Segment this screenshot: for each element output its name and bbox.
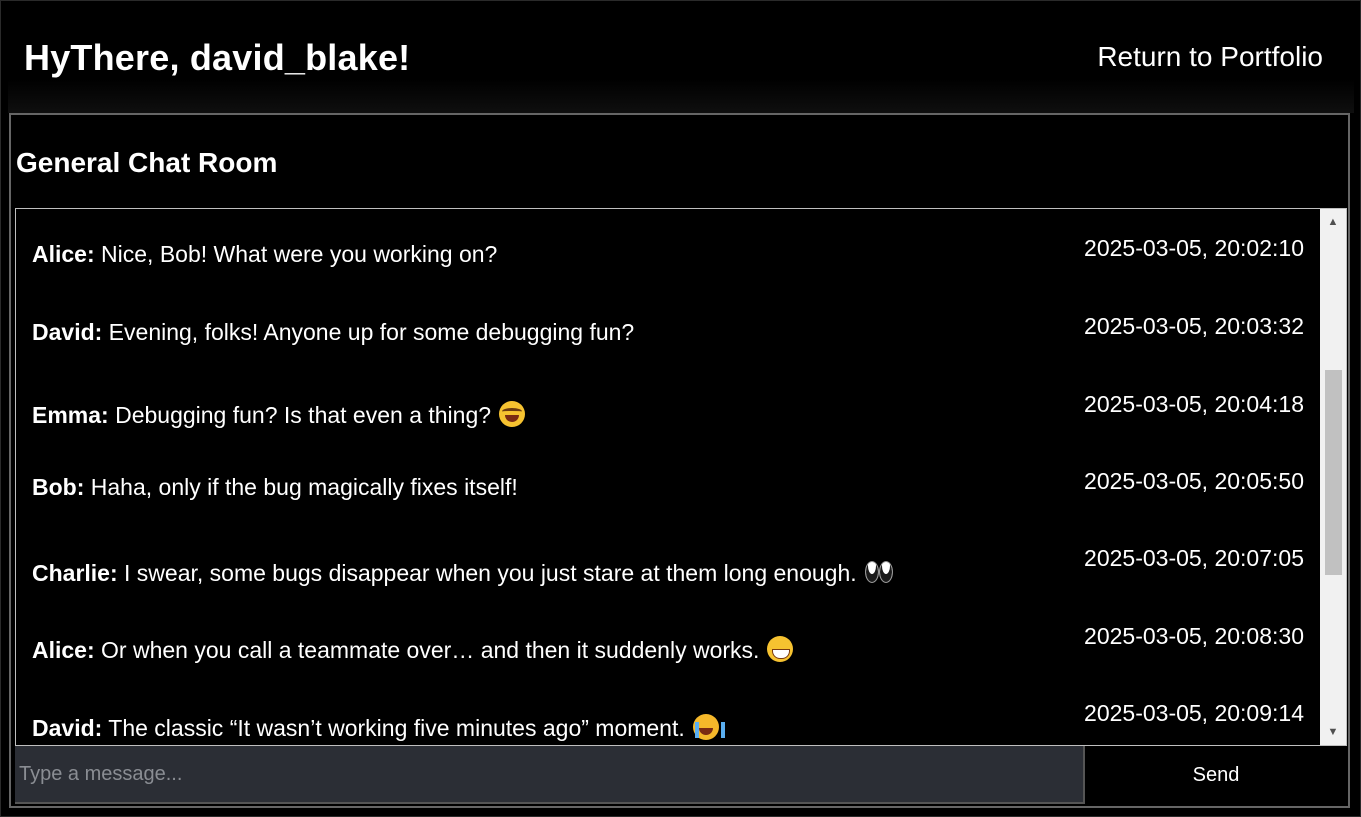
message-text: Haha, only if the bug magically fixes it… (84, 474, 518, 500)
message-item: David: Evening, folks! Anyone up for som… (32, 313, 1304, 353)
chat-app-window: HyThere, david_blake! Return to Portfoli… (0, 0, 1361, 817)
message-body: David: The classic “It wasn’t working fi… (32, 714, 725, 742)
message-timestamp: 2025-03-05, 20:02:10 (1084, 235, 1304, 261)
message-timestamp: 2025-03-05, 20:07:05 (1084, 545, 1304, 571)
scroll-up-arrow-icon[interactable]: ▲ (1320, 211, 1346, 233)
message-sender: David: (32, 715, 103, 741)
message-item: Emma: Debugging fun? Is that even a thin… (32, 391, 1304, 431)
message-sender: Bob: (32, 474, 85, 500)
message-body: Bob: Haha, only if the bug magically fix… (32, 474, 518, 501)
message-timestamp: 2025-03-05, 20:03:32 (1084, 313, 1304, 339)
message-composer: Send (15, 746, 1347, 804)
room-title: General Chat Room (16, 147, 278, 178)
message-item: Bob: Haha, only if the bug magically fix… (32, 468, 1304, 508)
message-item: Charlie: I swear, some bugs disappear wh… (32, 545, 1304, 587)
message-text: Or when you call a teammate over… and th… (94, 637, 760, 663)
message-body: David: Evening, folks! Anyone up for som… (32, 319, 634, 346)
chat-room-panel: General Chat Room Alice: Nice, Bob! What… (9, 113, 1350, 808)
app-header: HyThere, david_blake! Return to Portfoli… (8, 1, 1354, 113)
scrollbar-thumb[interactable] (1325, 370, 1342, 575)
message-sender: David: (32, 319, 103, 345)
message-text: The classic “It wasn’t working five minu… (102, 715, 685, 741)
message-sender: Alice: (32, 637, 95, 663)
greeting-title: HyThere, david_blake! (24, 37, 411, 78)
message-sender: Charlie: (32, 560, 118, 586)
message-timestamp: 2025-03-05, 20:05:50 (1084, 468, 1304, 494)
scroll-down-arrow-icon[interactable]: ▼ (1320, 721, 1346, 743)
face-with-tears-of-joy-icon (499, 401, 526, 427)
message-item: David: The classic “It wasn’t working fi… (32, 700, 1304, 742)
message-sender: Emma: (32, 402, 109, 428)
message-body: Charlie: I swear, some bugs disappear wh… (32, 559, 893, 587)
eyes-icon (864, 559, 893, 585)
message-item: Alice: Or when you call a teammate over…… (32, 623, 1304, 663)
return-to-portfolio-link[interactable]: Return to Portfolio (1097, 41, 1323, 73)
loudly-crying-face-icon (692, 714, 725, 740)
message-item: Alice: Nice, Bob! What were you working … (32, 235, 1304, 275)
message-list[interactable]: Alice: Nice, Bob! What were you working … (15, 208, 1347, 746)
message-body: Alice: Nice, Bob! What were you working … (32, 241, 497, 268)
message-timestamp: 2025-03-05, 20:09:14 (1084, 700, 1304, 726)
message-sender: Alice: (32, 241, 95, 267)
message-text: Nice, Bob! What were you working on? (94, 241, 498, 267)
message-list-scrollbar[interactable]: ▲ ▼ (1320, 209, 1346, 745)
message-timestamp: 2025-03-05, 20:04:18 (1084, 391, 1304, 417)
grinning-sweat-icon (767, 636, 794, 662)
message-body: Emma: Debugging fun? Is that even a thin… (32, 401, 526, 429)
message-text: I swear, some bugs disappear when you ju… (117, 560, 857, 586)
message-text: Evening, folks! Anyone up for some debug… (102, 319, 635, 345)
message-timestamp: 2025-03-05, 20:08:30 (1084, 623, 1304, 649)
message-text: Debugging fun? Is that even a thing? (108, 402, 492, 428)
message-body: Alice: Or when you call a teammate over…… (32, 636, 794, 664)
message-input[interactable] (15, 746, 1085, 804)
send-button[interactable]: Send (1085, 746, 1347, 804)
